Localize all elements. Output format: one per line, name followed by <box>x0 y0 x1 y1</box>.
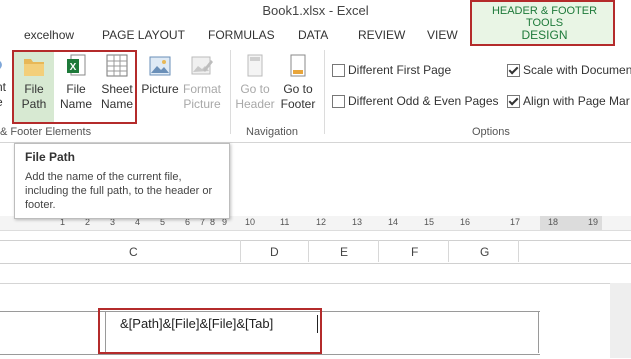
go-to-footer-label-1: Go to <box>283 82 313 96</box>
ruler-number: 15 <box>424 217 435 227</box>
ruler-number: 19 <box>588 217 599 227</box>
column-headers <box>0 240 631 264</box>
column-header-g[interactable]: G <box>480 245 489 259</box>
navigation-group-label: Navigation <box>246 126 298 138</box>
column-header-c[interactable]: C <box>129 245 138 259</box>
go-to-header-button[interactable]: Go to Header <box>234 52 276 122</box>
tab-review[interactable]: REVIEW <box>358 28 405 42</box>
go-to-footer-label-2: Footer <box>280 97 316 111</box>
go-to-footer-icon <box>290 54 306 77</box>
align-with-page-margins-checkbox[interactable] <box>507 95 520 108</box>
different-odd-even-checkbox[interactable] <box>332 95 345 108</box>
file-path-tooltip: File Path Add the name of the current fi… <box>14 143 230 219</box>
group-separator <box>324 50 325 134</box>
column-divider <box>518 240 519 262</box>
ruler-number: 13 <box>352 217 363 227</box>
picture-icon <box>149 56 171 76</box>
page-number-icon <box>0 61 2 69</box>
scale-with-document-checkbox[interactable] <box>507 64 520 77</box>
tab-design[interactable]: DESIGN <box>472 28 617 42</box>
highlighted-element-buttons <box>12 50 137 124</box>
page-gutter <box>610 283 631 358</box>
ribbon: nt e File Path X File Name Sheet Name <box>0 46 631 143</box>
ruler-number: 10 <box>245 217 256 227</box>
format-picture-button[interactable]: Format Picture <box>180 52 224 122</box>
column-header-f[interactable]: F <box>411 245 418 259</box>
tooltip-title: File Path <box>25 150 76 164</box>
tab-page-layout[interactable]: PAGE LAYOUT <box>102 28 185 42</box>
column-divider <box>378 240 379 262</box>
partial-label-1: nt <box>0 80 7 94</box>
ruler-number: 14 <box>388 217 399 227</box>
group-separator <box>230 50 231 134</box>
ruler-number: 11 <box>280 217 290 227</box>
go-to-header-label-2: Header <box>235 97 275 111</box>
tab-formulas[interactable]: FORMULAS <box>208 28 275 42</box>
format-picture-label-2: Picture <box>183 97 221 111</box>
header-center-text[interactable]: &[Path]&[File]&[File]&[Tab] <box>120 316 273 331</box>
ruler-number: 16 <box>460 217 471 227</box>
header-footer-elements-group-label: & Footer Elements <box>0 126 92 138</box>
picture-button[interactable]: Picture <box>140 52 180 122</box>
ruler-number: 18 <box>548 217 559 227</box>
options-group-label: Options <box>472 126 510 138</box>
column-divider <box>240 240 241 262</box>
header-right-divider <box>538 311 539 353</box>
different-odd-even-label: Different Odd & Even Pages <box>348 94 499 108</box>
ruler-number: 12 <box>316 217 327 227</box>
column-header-e[interactable]: E <box>340 245 348 259</box>
format-picture-icon <box>191 56 213 75</box>
header-center-edit-box[interactable] <box>98 308 322 354</box>
tab-data[interactable]: DATA <box>298 28 328 42</box>
contextual-tab-group: HEADER & FOOTER TOOLS DESIGN <box>470 0 615 46</box>
tab-excelhow[interactable]: excelhow <box>24 28 74 42</box>
column-divider <box>448 240 449 262</box>
contextual-group-label: HEADER & FOOTER TOOLS <box>491 5 598 29</box>
column-divider <box>308 240 309 262</box>
column-header-d[interactable]: D <box>270 245 279 259</box>
ruler-number: 17 <box>510 217 521 227</box>
tab-view[interactable]: VIEW <box>427 28 458 42</box>
picture-label: Picture <box>141 82 179 96</box>
align-with-page-margins-label: Align with Page Mar <box>523 94 630 108</box>
different-first-page-checkbox[interactable] <box>332 64 345 77</box>
go-to-header-label-1: Go to <box>240 82 270 96</box>
format-picture-label-1: Format <box>182 82 221 96</box>
go-to-footer-button[interactable]: Go to Footer <box>277 52 319 122</box>
partial-label-2: e <box>0 95 3 109</box>
text-caret <box>317 315 318 333</box>
partial-ribbon-button[interactable]: nt e <box>0 52 10 122</box>
tooltip-body: Add the name of the current file, includ… <box>25 171 213 211</box>
different-first-page-label: Different First Page <box>348 63 452 77</box>
go-to-header-icon <box>247 54 263 77</box>
scale-with-document-label: Scale with Documen <box>523 63 631 77</box>
